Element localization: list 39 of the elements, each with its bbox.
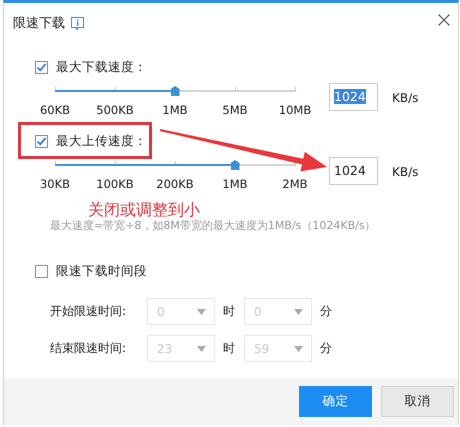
caret-icon — [197, 346, 206, 352]
speed-field[interactable]: 1024 — [329, 83, 378, 111]
checkbox-label: 最大下载速度： — [56, 58, 147, 76]
checkbox-label: 最大上传速度： — [56, 132, 147, 150]
tick-label: 200KB — [155, 177, 195, 191]
tick-label: 1MB — [161, 103, 189, 117]
unit-label: 时 — [223, 340, 235, 357]
cancel-button[interactable]: 取消 — [381, 386, 454, 417]
confirm-button[interactable]: 确定 — [299, 386, 372, 417]
tick-label: 5MB — [221, 103, 249, 117]
info-icon[interactable] — [71, 16, 84, 30]
unit-label: KB/s — [392, 165, 418, 179]
tick-label: 30KB — [38, 177, 72, 191]
checkbox[interactable] — [35, 60, 48, 74]
close-icon[interactable] — [438, 14, 450, 26]
time-label: 结束限速时间: — [50, 340, 128, 357]
speed-field[interactable]: 1024 — [329, 157, 378, 185]
tick-label: 100KB — [95, 177, 135, 191]
checkbox[interactable] — [35, 134, 48, 148]
window-title: 限速下载 — [13, 15, 65, 32]
unit-label: 分 — [320, 303, 332, 320]
unit-label: KB/s — [392, 91, 418, 105]
unit-label: 时 — [223, 303, 235, 320]
slider-thumb[interactable] — [170, 86, 180, 96]
tick-label: 60KB — [38, 103, 72, 117]
hint-text: 最大速度=带宽÷8，如8M带宽的最大速度为1MB/s（1024KB/s） — [50, 219, 376, 233]
caret-icon — [294, 308, 303, 314]
slider-thumb[interactable] — [230, 160, 240, 170]
caret-icon — [294, 346, 303, 352]
unit-label: 分 — [320, 340, 332, 357]
checkbox[interactable] — [35, 264, 48, 278]
time-label: 开始限速时间: — [50, 303, 128, 320]
tick-label: 10MB — [278, 103, 312, 117]
caret-icon — [197, 308, 206, 314]
tick-label: 1MB — [221, 177, 249, 191]
tick-label: 500KB — [95, 103, 135, 117]
annotation-text: 关闭或调整到小 — [88, 201, 200, 219]
tick-label: 2MB — [281, 177, 309, 191]
checkbox-label: 限速下载时间段 — [56, 262, 147, 280]
